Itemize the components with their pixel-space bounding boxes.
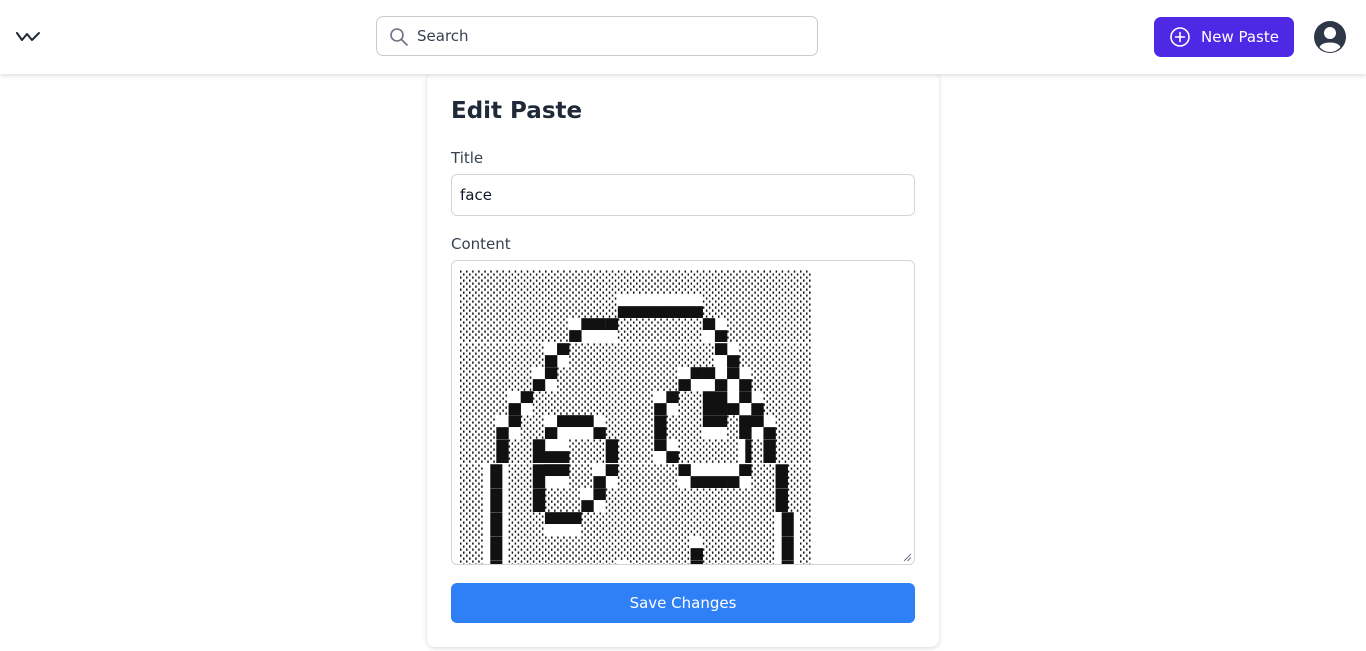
- title-label: Title: [451, 149, 484, 167]
- content-text[interactable]: ░░░░░░░░░░░░░░░░░░░░░░░░░░░░░ ░░░░░░░░░░…: [452, 261, 914, 564]
- search-icon: [390, 28, 408, 46]
- resize-grip-icon[interactable]: [902, 552, 912, 562]
- title-input[interactable]: [451, 174, 915, 216]
- content-label: Content: [451, 235, 511, 253]
- search-input[interactable]: [417, 17, 807, 55]
- wave-logo-icon[interactable]: [14, 27, 42, 47]
- edit-paste-card: Edit Paste Title Content ░░░░░░░░░░░░░░░…: [427, 72, 939, 647]
- new-paste-label: New Paste: [1201, 28, 1279, 46]
- save-changes-button[interactable]: Save Changes: [451, 583, 915, 623]
- user-avatar-icon[interactable]: [1313, 20, 1347, 54]
- top-navbar: New Paste: [0, 0, 1366, 74]
- page-title: Edit Paste: [451, 98, 583, 124]
- content-textarea[interactable]: ░░░░░░░░░░░░░░░░░░░░░░░░░░░░░ ░░░░░░░░░░…: [451, 260, 915, 565]
- new-paste-button[interactable]: New Paste: [1154, 17, 1294, 57]
- search-box: [376, 16, 818, 56]
- plus-circle-icon: [1170, 27, 1190, 47]
